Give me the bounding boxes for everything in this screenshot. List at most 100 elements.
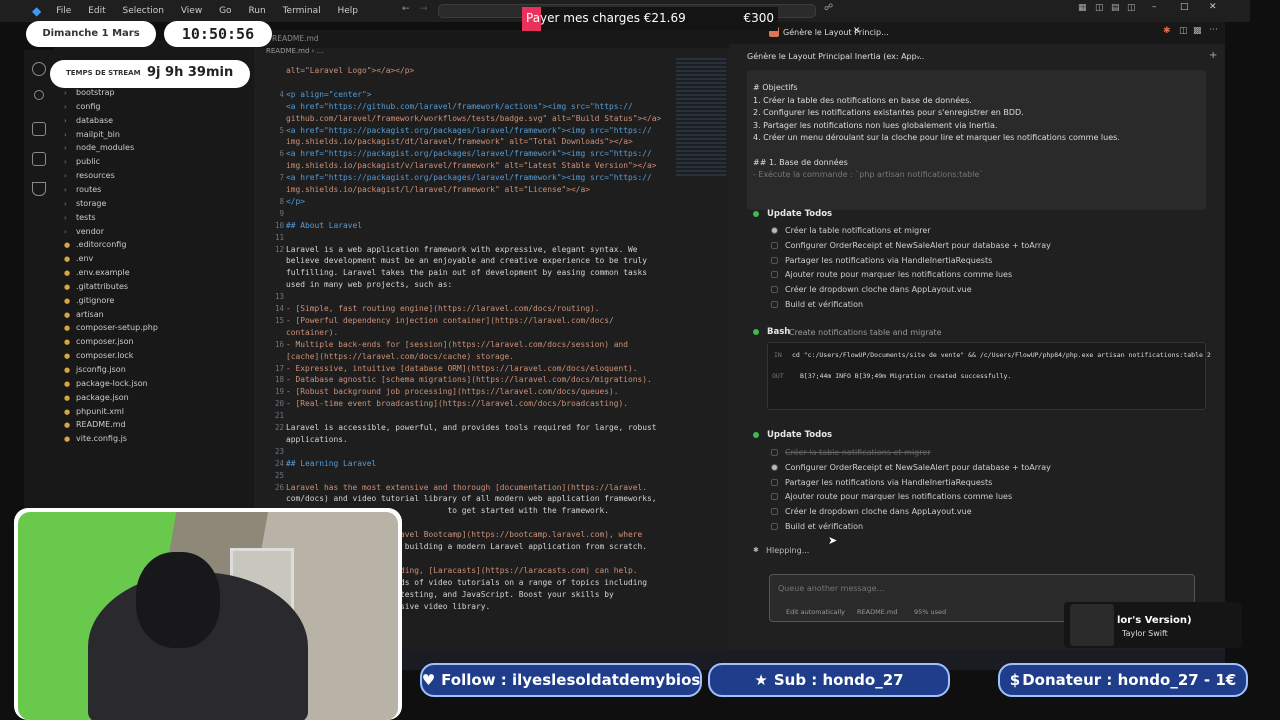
layout-icon[interactable]: ▦ [1078,3,1087,13]
line-number: 24 [274,458,284,468]
code-line[interactable]: - Expressive, intuitive [database ORM](h… [286,364,638,373]
code-line[interactable]: alt="Laravel Logo"></a></p> [286,66,414,75]
code-line[interactable]: believe development must be an enjoyable… [286,256,647,265]
code-line[interactable]: </p> [286,197,305,206]
testing-icon[interactable] [32,182,46,196]
copilot-icon[interactable]: ☍ [824,3,833,13]
explorer-file[interactable]: ● README.md [64,418,126,432]
explorer-file[interactable]: ● .editorconfig [64,238,126,252]
menu-file[interactable]: File [56,6,71,16]
explorer-file[interactable]: ● artisan [64,308,104,322]
explorer-file[interactable]: ● .gitattributes [64,280,128,294]
code-line[interactable]: used in many web projects, such as: [286,280,452,289]
explorer-file[interactable]: ● .env.example [64,266,130,280]
maximize-icon[interactable]: □ [1180,2,1189,12]
chat-header-title[interactable]: Génère le Layout Principal Inertia (ex: … [747,52,924,61]
code-line[interactable]: - [Robust background job processing](htt… [286,387,619,396]
code-line[interactable]: Laravel is accessible, powerful, and pro… [286,423,657,432]
chat-tab-close-icon[interactable]: ✕ [853,26,861,36]
explorer-file[interactable]: ● .gitignore [64,294,114,308]
menu-terminal[interactable]: Terminal [283,6,321,16]
code-line[interactable]: <a href="https://packagist.org/packages/… [286,126,652,135]
code-line[interactable]: - Multiple back-ends for [session](https… [286,340,628,349]
explorer-folder[interactable]: › tests [64,211,96,225]
code-line[interactable]: <p align="center"> [286,90,372,99]
explorer-file[interactable]: ● phpunit.xml [64,405,124,419]
explorer-file[interactable]: ● .env [64,252,93,266]
explorer-folder[interactable]: › routes [64,183,101,197]
code-line[interactable]: <a href="https://packagist.org/packages/… [286,149,652,158]
chevron-down-icon[interactable]: ⌄ [915,51,922,60]
code-line[interactable]: img.shields.io/packagist/dt/laravel/fram… [286,137,633,146]
explorer-file[interactable]: ● composer.json [64,335,134,349]
code-line[interactable]: img.shields.io/packagist/v/laravel/frame… [286,161,657,170]
menu-edit[interactable]: Edit [88,6,105,16]
code-line[interactable]: <a href="https://github.com/laravel/fram… [286,102,633,111]
explorer-file[interactable]: ● composer-setup.php [64,321,158,335]
back-arrow-icon[interactable]: ← [402,4,410,14]
code-line[interactable]: com/docs) and video tutorial library of … [286,494,657,503]
chat-tab-title[interactable]: Génère le Layout Princip... [783,28,889,37]
editor-tab-readme[interactable]: README.md [272,34,319,43]
code-line[interactable]: applications. [286,435,348,444]
minimize-icon[interactable]: – [1152,2,1157,12]
code-line[interactable]: <a href="https://packagist.org/packages/… [286,173,652,182]
code-line[interactable]: container). [286,328,338,337]
chevron-right-icon: › [64,213,67,222]
file-context-chip[interactable]: README.md [857,608,897,616]
line-number: 14 [274,304,284,313]
explorer-file[interactable]: ● composer.lock [64,349,133,363]
code-line[interactable]: Laravel is a web application framework w… [286,245,638,254]
explorer-item-label: composer.lock [76,351,134,361]
explorer-file[interactable]: ● package-lock.json [64,377,148,391]
more-actions-icon[interactable]: ⋯ [1209,25,1218,35]
menu-go[interactable]: Go [219,6,231,16]
search-icon[interactable] [32,62,46,76]
explorer-folder[interactable]: › vendor [64,225,104,239]
menu-run[interactable]: Run [248,6,265,16]
message-input[interactable] [778,581,1178,595]
menu-selection[interactable]: Selection [122,6,163,16]
code-line[interactable]: fulfilling. Laravel takes the pain out o… [286,268,647,277]
panel-toggle-icon[interactable]: ▤ [1111,3,1120,13]
aux-bar-toggle-icon[interactable]: ◫ [1127,3,1136,13]
split-editor-icon[interactable]: ◫ [1179,26,1188,36]
run-debug-icon[interactable] [32,122,46,136]
stream-time-pill: TEMPS DE STREAM 9j 9h 39min [50,60,250,88]
menu-view[interactable]: View [181,6,202,16]
explorer-folder[interactable]: › database [64,114,113,128]
code-line[interactable]: github.com/laravel/framework/workflows/t… [286,114,661,123]
code-line[interactable]: [cache](https://laravel.com/docs/cache) … [286,352,514,361]
forward-arrow-icon[interactable]: → [420,4,428,14]
explorer-folder[interactable]: › mailpit_bin [64,128,120,142]
breadcrumb[interactable]: README.md › ... [266,47,323,55]
explorer-folder[interactable]: › bootstrap [64,86,115,100]
code-line[interactable]: ## Learning Laravel [286,459,376,468]
source-control-icon[interactable] [34,90,44,100]
code-line[interactable]: - Database agnostic [schema migrations](… [286,375,652,384]
code-line[interactable]: img.shields.io/packagist/l/laravel/frame… [286,185,590,194]
minimap[interactable] [676,58,726,178]
new-chat-icon[interactable]: + [1209,50,1217,61]
menu-help[interactable]: Help [338,6,359,16]
explorer-folder[interactable]: › storage [64,197,106,211]
code-line[interactable]: - [Powerful dependency injection contain… [286,316,614,325]
explorer-file[interactable]: ● jsconfig.json [64,363,126,377]
code-line[interactable]: - [Simple, fast routing engine](https://… [286,304,600,313]
code-line[interactable]: ## About Laravel [286,221,362,230]
explorer-folder[interactable]: › config [64,100,100,114]
code-line[interactable]: Laravel has the most extensive and thoro… [286,483,647,492]
explorer-file[interactable]: ● package.json [64,391,129,405]
edit-mode-toggle[interactable]: Edit automatically [786,608,845,616]
explorer-folder[interactable]: › resources [64,169,115,183]
explorer-file[interactable]: ● vite.config.js [64,432,127,446]
extensions-icon[interactable] [32,152,46,166]
lock-icon[interactable]: ▩ [1193,26,1202,36]
claude-spark-icon[interactable]: ✱ [1163,26,1171,36]
close-window-icon[interactable]: ✕ [1209,2,1217,12]
sidebar-toggle-icon[interactable]: ◫ [1095,3,1104,13]
explorer-folder[interactable]: › node_modules [64,141,134,155]
explorer-item-label: tests [76,212,96,222]
explorer-folder[interactable]: › public [64,155,100,169]
code-line[interactable]: - [Real-time event broadcasting](https:/… [286,399,628,408]
